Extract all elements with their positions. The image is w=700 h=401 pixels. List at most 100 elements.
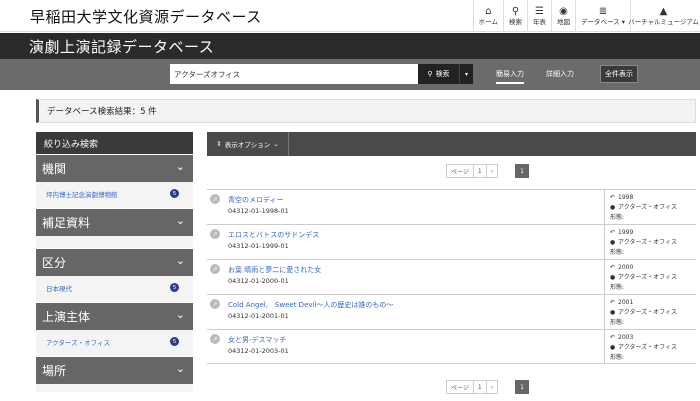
result-troupe: アクターズ・オフィス	[618, 274, 678, 281]
facet-label: 補足資料	[42, 216, 91, 230]
page-select[interactable]: 1	[472, 380, 487, 394]
display-options-button[interactable]: ⇕ 表示オプション ⌄	[207, 132, 289, 156]
chevron-right-icon: ›	[490, 167, 494, 175]
search-button[interactable]: ⚲ 検索	[418, 64, 459, 84]
result-title[interactable]: 女と男-デスマッチ	[228, 335, 286, 345]
paperclip-icon: ↗	[210, 229, 220, 239]
paperclip-icon: ↗	[210, 264, 220, 274]
table-row: ↗ 青空のメロディー 04312-01-1998-01 ↶ 1998 ● アクターズ…	[207, 189, 696, 224]
table-row: ↗ お葉 晴雨と夢二に愛された女 04312-01-2000-01 ↶ 2000 …	[207, 259, 696, 294]
caret-down-icon: ▾	[464, 70, 468, 78]
nav-timeline-label: 年表	[532, 18, 546, 26]
nav-home[interactable]: ⌂ ホーム	[472, 0, 503, 32]
current-page[interactable]: 1	[515, 380, 529, 394]
result-year: 1998	[618, 194, 634, 201]
search-button-label: 検索	[435, 70, 450, 78]
result-title[interactable]: Cold Angel, Sweet Devil〜人の歴史は誰のもの〜	[228, 300, 393, 310]
chevron-down-icon: ⌄	[175, 254, 185, 267]
pager-bottom: ページ 1 ›	[446, 380, 499, 394]
display-options-label: 表示オプション	[224, 141, 271, 149]
chevron-down-icon: ⌄	[175, 362, 185, 375]
facet-label: 機関	[42, 162, 67, 176]
result-troupe: アクターズ・オフィス	[618, 309, 678, 316]
result-code: 04312-01-2000-01	[228, 277, 289, 285]
simple-input-tab[interactable]: 簡易入力	[496, 69, 524, 84]
paperclip-icon: ↗	[210, 334, 220, 344]
person-icon: ●	[610, 274, 616, 281]
table-row: ↗ 女と男-デスマッチ 04312-01-2003-01 ↶ 2003 ● アクター…	[207, 329, 696, 364]
result-meta: ↶ 2000 ● アクターズ・オフィス 形態:	[604, 260, 696, 294]
chevron-right-icon: ›	[490, 383, 494, 391]
site-header: 早稲田大学文化資源データベース ⌂ ホーム ⚲ 検索 ☰ 年表 ◉ 地図 ≣ デ…	[0, 0, 700, 32]
nav-search[interactable]: ⚲ 検索	[502, 0, 527, 32]
result-title[interactable]: お葉 晴雨と夢二に愛された女	[228, 265, 321, 275]
result-title[interactable]: 青空のメロディー	[228, 195, 284, 205]
facet-item-institution[interactable]: 坪内博士記念演劇博物館	[46, 189, 118, 199]
history-icon: ↶	[610, 264, 616, 271]
display-options-bar: ⇕ 表示オプション ⌄	[207, 132, 696, 156]
table-row: ↗ エロスとバトスのサドンデス 04312-01-1999-01 ↶ 1999 ●…	[207, 224, 696, 259]
paperclip-icon: ↗	[210, 299, 220, 309]
person-icon: ●	[610, 204, 616, 211]
search-icon: ⚲	[511, 6, 520, 17]
facet-producer-body: アクターズ・オフィス 5	[36, 330, 193, 356]
facet-producer[interactable]: 上演主体 ⌄	[36, 303, 193, 330]
facet-item-category[interactable]: 日本現代	[46, 283, 72, 293]
table-row: ↗ Cold Angel, Sweet Devil〜人の歴史は誰のもの〜 043…	[207, 294, 696, 329]
page-select[interactable]: 1	[472, 164, 487, 178]
page-next-button[interactable]: ›	[485, 164, 499, 178]
search-dropdown-toggle[interactable]: ▾	[459, 64, 473, 84]
person-icon: ●	[610, 309, 616, 316]
top-nav: ⌂ ホーム ⚲ 検索 ☰ 年表 ◉ 地図 ≣ データベース ▾ ▲ バーチャルミ…	[472, 0, 699, 32]
facet-institution-body: 坪内博士記念演劇博物館 5	[36, 182, 193, 208]
history-icon: ↶	[610, 299, 616, 306]
result-meta: ↶ 1998 ● アクターズ・オフィス 形態:	[604, 190, 696, 224]
facet-venue[interactable]: 場所 ⌄	[36, 357, 193, 384]
facet-item-producer[interactable]: アクターズ・オフィス	[46, 337, 110, 347]
facet-institution[interactable]: 機関 ⌄	[36, 155, 193, 182]
facet-venue-body	[36, 384, 193, 392]
page-next-button[interactable]: ›	[485, 380, 499, 394]
search-input[interactable]	[170, 64, 418, 84]
detail-input-tab[interactable]: 詳細入力	[546, 69, 574, 79]
sort-icon: ⇕	[216, 140, 222, 148]
nav-virtual-museum[interactable]: ▲ バーチャルミュージアム	[628, 0, 699, 32]
current-page[interactable]: 1	[515, 164, 529, 178]
person-icon: ●	[610, 344, 616, 351]
chevron-down-icon: ⌄	[175, 308, 185, 321]
result-form-label: 形態:	[610, 214, 625, 221]
page-label: ページ	[446, 380, 474, 394]
nav-map-label: 地図	[556, 18, 570, 26]
nav-database[interactable]: ≣ データベース ▾	[574, 0, 630, 32]
nav-timeline[interactable]: ☰ 年表	[526, 0, 551, 32]
search-icon: ⚲	[427, 70, 433, 78]
site-title[interactable]: 早稲田大学文化資源データベース	[30, 6, 262, 27]
result-code: 04312-01-2001-01	[228, 312, 289, 320]
result-code: 04312-01-1998-01	[228, 207, 289, 215]
timeline-icon: ☰	[535, 6, 544, 17]
result-form-label: 形態:	[610, 249, 625, 256]
home-icon: ⌂	[485, 6, 492, 17]
result-meta: ↶ 1999 ● アクターズ・オフィス 形態:	[604, 225, 696, 259]
nav-map[interactable]: ◉ 地図	[550, 0, 575, 32]
count-badge: 5	[170, 189, 179, 198]
result-troupe: アクターズ・オフィス	[618, 239, 678, 246]
db-title[interactable]: 演劇上演記録データベース	[29, 36, 214, 57]
pager-top: ページ 1 ›	[446, 164, 499, 178]
result-title[interactable]: エロスとバトスのサドンデス	[228, 230, 319, 240]
map-pin-icon: ◉	[559, 6, 568, 17]
result-year: 1999	[618, 229, 634, 236]
history-icon: ↶	[610, 334, 616, 341]
history-icon: ↶	[610, 229, 616, 236]
search-bar: ⚲ 検索 ▾ 簡易入力 詳細入力 全件表示	[0, 59, 700, 90]
museum-icon: ▲	[659, 6, 668, 17]
result-troupe: アクターズ・オフィス	[618, 204, 678, 211]
nav-database-label: データベース ▾	[580, 18, 625, 26]
chevron-down-icon: ⌄	[175, 160, 185, 173]
db-title-bar: 演劇上演記録データベース	[0, 33, 700, 59]
nav-museum-label: バーチャルミュージアム	[628, 18, 699, 26]
show-all-button[interactable]: 全件表示	[600, 65, 638, 83]
facet-label: 上演主体	[42, 310, 91, 324]
facet-supplementary[interactable]: 補足資料 ⌄	[36, 209, 193, 236]
facet-category[interactable]: 区分 ⌄	[36, 249, 193, 276]
